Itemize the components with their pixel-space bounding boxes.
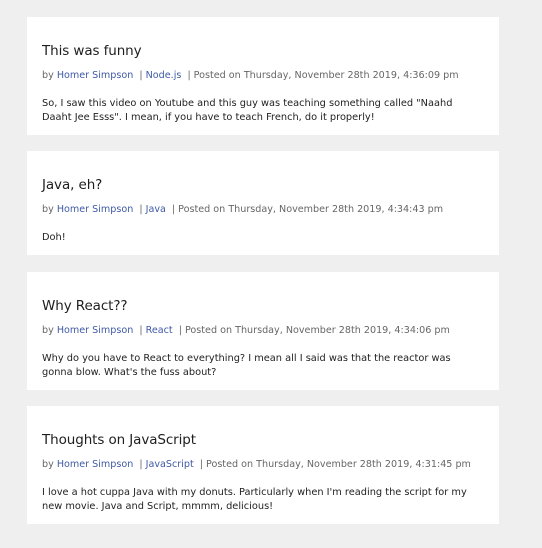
meta-separator: |: [139, 325, 143, 336]
post-meta: by Homer Simpson | React | Posted on Thurs…: [42, 324, 484, 338]
by-label: by: [42, 70, 54, 81]
meta-separator: |: [178, 325, 182, 336]
meta-separator: |: [171, 204, 176, 215]
category-link[interactable]: React: [146, 325, 173, 336]
category-link[interactable]: JavaScript: [146, 459, 194, 470]
author-link[interactable]: Homer Simpson: [57, 70, 133, 81]
author-link[interactable]: Homer Simpson: [57, 459, 133, 470]
post-date: Thursday, November 28th 2019, 4:36:09 pm: [243, 70, 459, 81]
post-date: Thursday, November 28th 2019, 4:34:06 pm: [235, 325, 450, 336]
by-label: by: [42, 204, 54, 215]
post-body: Why do you have to React to everything? …: [42, 353, 451, 378]
author-link[interactable]: Homer Simpson: [57, 204, 133, 215]
post-card: Thoughts on JavaScript by Homer Simpson …: [27, 406, 499, 524]
post-title[interactable]: Java, eh?: [42, 176, 484, 194]
posted-label: Posted on: [178, 204, 226, 215]
post-card: Java, eh? by Homer Simpson | Java | Posted…: [27, 151, 499, 255]
post-title[interactable]: This was funny: [42, 42, 484, 60]
meta-separator: |: [199, 459, 203, 470]
post-meta: by Homer Simpson | JavaScript | Posted on …: [42, 458, 484, 472]
posted-label: Posted on: [193, 70, 241, 81]
post-card: This was funny by Homer Simpson | Node.js…: [27, 17, 499, 135]
meta-separator: |: [139, 459, 143, 470]
by-label: by: [42, 459, 54, 470]
post-date: Thursday, November 28th 2019, 4:31:45 pm: [256, 459, 471, 470]
post-body: I love a hot cuppa Java with my donuts. …: [42, 487, 467, 512]
by-label: by: [42, 325, 54, 336]
post-body: So, I saw this video on Youtube and this…: [42, 98, 453, 123]
post-meta: by Homer Simpson | Node.js | Posted on Thu…: [42, 69, 484, 83]
post-card: Why React?? by Homer Simpson | React | Pos…: [27, 272, 499, 390]
post-body: Doh!: [42, 232, 66, 243]
post-title[interactable]: Thoughts on JavaScript: [42, 431, 484, 449]
meta-separator: |: [187, 70, 191, 81]
post-title[interactable]: Why React??: [42, 297, 484, 315]
meta-separator: |: [139, 70, 143, 81]
category-link[interactable]: Node.js: [146, 70, 182, 81]
posted-label: Posted on: [206, 459, 254, 470]
category-link[interactable]: Java: [146, 204, 166, 215]
post-meta: by Homer Simpson | Java | Posted on Thursd…: [42, 203, 484, 217]
posted-label: Posted on: [184, 325, 233, 336]
author-link[interactable]: Homer Simpson: [57, 325, 133, 336]
post-date: Thursday, November 28th 2019, 4:34:43 pm: [228, 204, 444, 215]
meta-separator: |: [139, 204, 143, 215]
